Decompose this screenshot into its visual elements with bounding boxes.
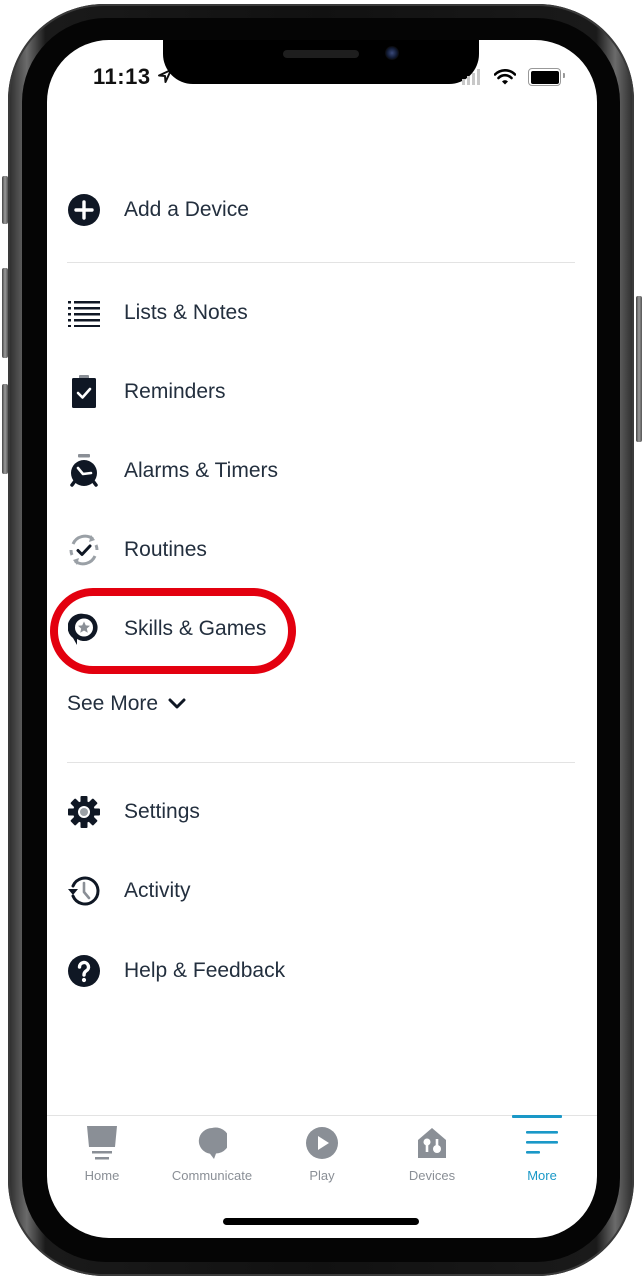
bottom-tab-bar: Home Communicate Play Devices More xyxy=(47,1115,597,1206)
front-camera xyxy=(385,46,399,60)
menu-item-label: Routines xyxy=(124,538,207,561)
menu-item-help-feedback[interactable]: Help & Feedback xyxy=(67,946,285,996)
see-more-toggle[interactable]: See More xyxy=(67,692,186,716)
tab-home[interactable]: Home xyxy=(47,1116,157,1206)
tab-label: More xyxy=(527,1168,557,1183)
tab-communicate[interactable]: Communicate xyxy=(157,1116,267,1206)
speaker xyxy=(283,50,359,58)
menu-item-label: Alarms & Timers xyxy=(124,459,279,482)
tab-devices[interactable]: Devices xyxy=(377,1116,487,1206)
see-more-label: See More xyxy=(67,692,159,715)
divider xyxy=(67,762,575,763)
notch xyxy=(163,40,479,84)
wifi-icon xyxy=(494,69,516,85)
battery-icon xyxy=(528,68,565,86)
screen: 11:13 Add a Device Lists & Notes Reminde… xyxy=(47,40,597,1238)
clipboard-check-icon xyxy=(67,375,101,409)
volume-up-button xyxy=(2,268,8,358)
play-icon xyxy=(305,1126,339,1160)
menu-item-add-a-device[interactable]: Add a Device xyxy=(67,185,249,235)
menu-item-activity[interactable]: Activity xyxy=(67,866,191,916)
skills-star-bubble-icon xyxy=(67,612,101,646)
menu-item-label: Lists & Notes xyxy=(124,301,248,324)
cellular-signal-icon xyxy=(462,69,480,85)
menu-item-label: Settings xyxy=(124,800,200,823)
speech-bubble-icon xyxy=(197,1126,227,1160)
home-indicator[interactable] xyxy=(223,1218,419,1225)
routine-check-icon xyxy=(67,533,101,567)
menu-lines-icon xyxy=(526,1126,558,1160)
add-circle-icon xyxy=(67,193,101,227)
tab-label: Devices xyxy=(408,1168,456,1183)
power-button xyxy=(636,296,642,442)
menu-item-label: Skills & Games xyxy=(124,617,267,640)
menu-item-label: Reminders xyxy=(124,380,226,403)
tab-label: Home xyxy=(84,1168,120,1183)
menu-item-alarms-timers[interactable]: Alarms & Timers xyxy=(67,446,278,496)
chevron-down-icon xyxy=(168,698,186,709)
volume-down-button xyxy=(2,384,8,474)
menu-item-reminders[interactable]: Reminders xyxy=(67,367,226,417)
devices-house-icon xyxy=(416,1126,448,1160)
menu-item-settings[interactable]: Settings xyxy=(67,787,200,837)
status-time: 11:13 xyxy=(93,64,151,89)
status-icons xyxy=(462,68,565,86)
menu-item-routines[interactable]: Routines xyxy=(67,525,207,575)
home-device-icon xyxy=(86,1126,118,1160)
mute-switch xyxy=(2,176,8,224)
menu-item-lists-notes[interactable]: Lists & Notes xyxy=(67,288,248,338)
gear-icon xyxy=(67,795,101,829)
menu-item-label: Activity xyxy=(124,879,191,902)
tab-play[interactable]: Play xyxy=(267,1116,377,1206)
list-icon xyxy=(67,296,101,330)
tab-label: Communicate xyxy=(171,1168,253,1183)
menu-item-label: Add a Device xyxy=(124,198,249,221)
history-icon xyxy=(67,874,101,908)
tab-more[interactable]: More xyxy=(487,1115,597,1206)
menu-item-skills-games[interactable]: Skills & Games xyxy=(67,604,266,654)
divider xyxy=(67,262,575,263)
help-icon xyxy=(67,954,101,988)
alarm-clock-icon xyxy=(67,454,101,488)
tab-label: Play xyxy=(309,1168,335,1183)
menu-item-label: Help & Feedback xyxy=(124,959,286,982)
